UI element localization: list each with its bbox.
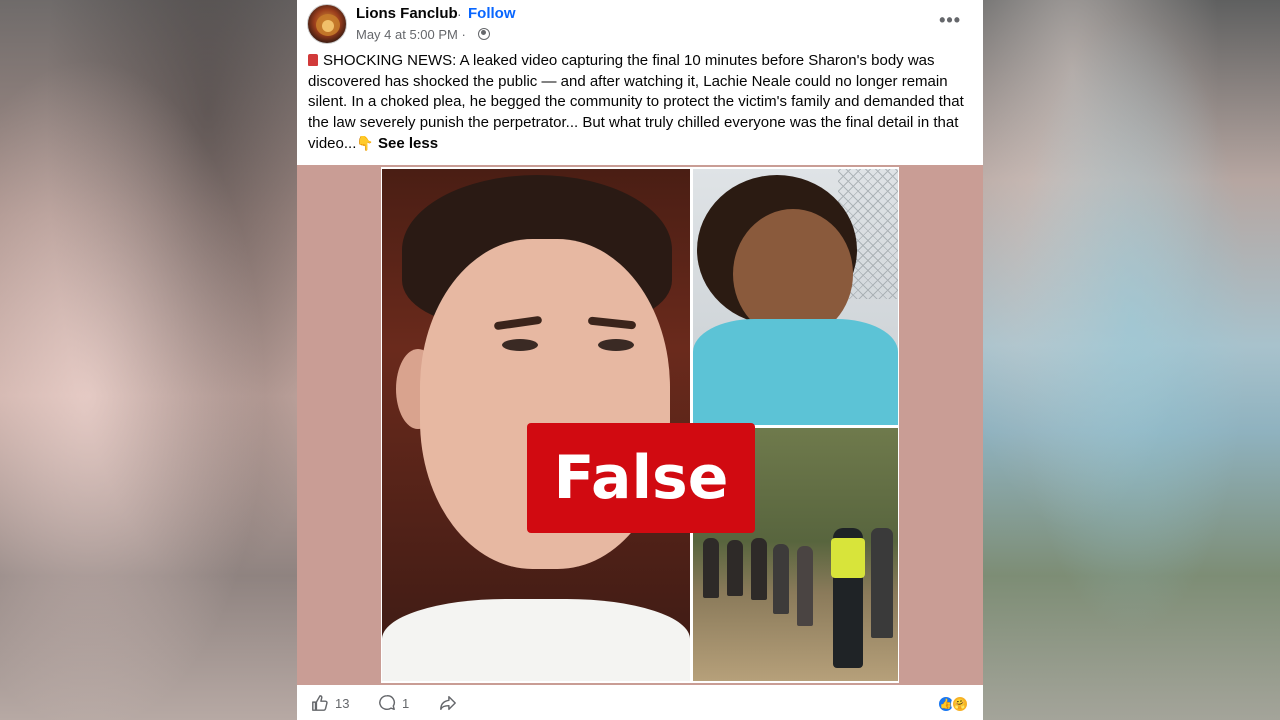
- post-actions-bar: 13 1 👍 🤗: [297, 686, 983, 720]
- comment-button[interactable]: 1: [378, 694, 409, 712]
- photo-shirt: [382, 599, 690, 681]
- follow-button[interactable]: Follow: [468, 5, 516, 22]
- globe-icon: [478, 28, 490, 40]
- comment-icon: [379, 695, 395, 711]
- name-separator: ·: [457, 6, 462, 22]
- page-avatar[interactable]: [307, 4, 347, 44]
- child-photo: [693, 169, 898, 425]
- like-button[interactable]: 13: [311, 694, 349, 712]
- lion-logo-face: [322, 20, 334, 32]
- share-button[interactable]: [439, 694, 457, 712]
- photo-eye-right: [598, 339, 634, 351]
- care-reaction-icon: 🤗: [951, 695, 969, 713]
- photo-person: [773, 544, 789, 614]
- red-pin-icon: [308, 54, 318, 66]
- more-options-icon[interactable]: •••: [939, 10, 961, 31]
- false-rating-label: False: [527, 423, 755, 533]
- pointing-down-icon: 👇: [356, 135, 374, 151]
- photo-person: [797, 546, 813, 626]
- blurred-background-right: [983, 0, 1280, 720]
- post-timestamp[interactable]: May 4 at 5:00 PM ·: [356, 27, 466, 42]
- comment-count: 1: [402, 695, 410, 711]
- image-collage: False: [381, 167, 899, 683]
- post-body: SHOCKING NEWS: A leaked video capturing …: [308, 51, 976, 155]
- photo-child-shirt: [693, 319, 898, 425]
- photo-person: [703, 538, 719, 598]
- photo-person: [871, 528, 893, 638]
- like-icon: [312, 695, 328, 711]
- photo-person: [727, 540, 743, 596]
- like-count: 13: [335, 695, 350, 711]
- see-less-link[interactable]: See less: [378, 135, 438, 152]
- photo-person: [751, 538, 767, 600]
- facebook-post: Lions Fanclub · Follow May 4 at 5:00 PM …: [297, 0, 983, 720]
- photo-eye-left: [502, 339, 538, 351]
- photo-hi-vis-vest: [831, 538, 865, 578]
- blurred-background-left: [0, 0, 297, 720]
- reactions-summary[interactable]: 👍 🤗: [937, 695, 969, 713]
- post-media[interactable]: False: [297, 165, 983, 685]
- post-header: Lions Fanclub · Follow May 4 at 5:00 PM …: [297, 0, 983, 48]
- share-icon: [440, 695, 456, 711]
- page-name[interactable]: Lions Fanclub: [356, 5, 458, 22]
